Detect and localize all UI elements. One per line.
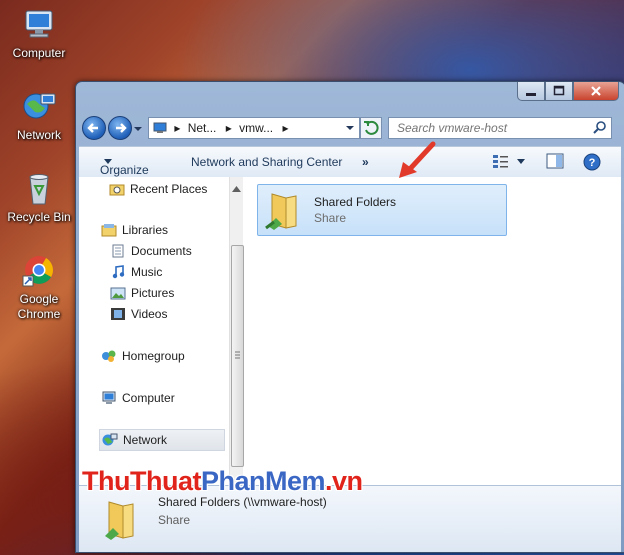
svg-text:?: ? — [589, 157, 596, 169]
nav-label: Homegroup — [122, 349, 185, 363]
videos-icon — [110, 307, 126, 321]
maximize-button[interactable] — [545, 82, 573, 101]
minimize-icon — [526, 93, 536, 96]
nav-item-videos[interactable]: Videos — [110, 304, 167, 324]
homegroup-icon — [101, 349, 117, 363]
refresh-icon — [364, 120, 379, 135]
desktop-icon-label: Network — [16, 128, 61, 142]
search-icon[interactable] — [593, 120, 607, 140]
desktop-icon-label-line1: Google — [19, 292, 59, 306]
command-bar: Organize Network and Sharing Center » ? — [79, 146, 621, 178]
details-name: Shared Folders (\\vmware-host) — [158, 495, 327, 509]
navigation-bar: ▸ Net... ▸ vmw... ▸ — [82, 116, 619, 140]
nav-label: Pictures — [131, 286, 175, 300]
nav-item-homegroup[interactable]: Homegroup — [101, 346, 185, 366]
nav-item-music[interactable]: Music — [110, 262, 162, 282]
site-watermark: ThuThuatPhanMem.vn — [82, 466, 363, 497]
nav-item-pictures[interactable]: Pictures — [110, 283, 174, 303]
nav-label: Network — [123, 433, 168, 447]
chevron-down-icon — [346, 126, 354, 130]
view-options-icon — [493, 155, 525, 168]
nav-label: Computer — [122, 391, 175, 405]
refresh-button[interactable] — [360, 117, 382, 139]
nav-label: Documents — [131, 244, 192, 258]
music-icon — [110, 264, 126, 279]
nav-item-computer[interactable]: Computer — [101, 388, 175, 408]
organize-button[interactable]: Organize — [100, 155, 149, 177]
annotation-arrow-icon — [391, 140, 441, 185]
search-input[interactable] — [395, 120, 584, 136]
search-box[interactable] — [388, 117, 612, 139]
organize-label: Organize — [100, 163, 149, 177]
scroll-up-arrow[interactable] — [232, 181, 241, 195]
item-type: Share — [314, 211, 347, 225]
desktop-icon-computer[interactable]: Computer — [3, 8, 75, 61]
help-button[interactable]: ? — [583, 153, 601, 174]
minimize-button[interactable] — [517, 82, 545, 101]
network-location-icon — [153, 120, 167, 133]
breadcrumb-network[interactable]: Net... — [188, 121, 217, 135]
file-list: Shared Folders Share — [243, 141, 621, 485]
caption-buttons — [517, 82, 619, 102]
chevron-down-icon — [134, 127, 142, 131]
nav-pane-scrollbar[interactable] — [229, 177, 244, 485]
back-arrow-icon — [87, 123, 98, 133]
watermark-part1: ThuThuat — [82, 466, 201, 496]
pictures-icon — [110, 286, 126, 300]
breadcrumb-separator[interactable]: ▸ — [282, 121, 288, 135]
documents-icon — [110, 244, 126, 258]
desktop-icon-label-line2: Chrome — [17, 307, 61, 321]
details-type: Share — [158, 513, 191, 527]
forward-button[interactable] — [108, 116, 132, 140]
nav-item-network[interactable]: Network — [99, 429, 225, 451]
item-name: Shared Folders — [314, 195, 397, 209]
preview-pane-icon — [546, 153, 564, 169]
shared-folders-item[interactable]: Shared Folders Share — [257, 184, 507, 236]
shared-folder-large-icon — [99, 494, 143, 545]
computer-icon — [101, 391, 117, 405]
network-icon — [21, 90, 57, 124]
close-button[interactable] — [573, 82, 619, 101]
network-icon — [102, 433, 118, 447]
content-area: Recent Places Libraries Documents Music … — [79, 141, 621, 485]
back-button[interactable] — [82, 116, 106, 140]
desktop-icon-label: Computer — [12, 46, 66, 60]
shared-folder-icon — [262, 188, 306, 235]
address-bar[interactable]: ▸ Net... ▸ vmw... ▸ — [148, 117, 360, 139]
nav-label: Libraries — [122, 223, 169, 237]
watermark-part2: PhanMem — [200, 466, 326, 496]
desktop-icon-network[interactable]: Network — [3, 90, 75, 143]
desktop-icon-recycle-bin[interactable]: Recycle Bin — [3, 172, 75, 225]
address-dropdown-button[interactable] — [345, 118, 355, 138]
desktop-icon-label: Recycle Bin — [7, 210, 71, 224]
chrome-icon — [21, 254, 57, 288]
forward-arrow-icon — [116, 123, 127, 133]
desktop-icon-chrome[interactable]: Google Chrome — [3, 254, 75, 322]
grip-icon — [235, 351, 240, 359]
breadcrumb-separator[interactable]: ▸ — [226, 121, 232, 135]
libraries-icon — [101, 223, 117, 237]
recent-pages-dropdown[interactable] — [133, 123, 143, 133]
watermark-part3: .vn — [325, 466, 363, 496]
computer-icon — [21, 8, 57, 42]
nav-label: Recent Places — [130, 182, 208, 196]
more-commands-button[interactable]: » — [362, 155, 369, 169]
change-view-button[interactable] — [492, 153, 526, 172]
network-sharing-center-button[interactable]: Network and Sharing Center — [191, 155, 342, 169]
breadcrumb-separator[interactable]: ▸ — [174, 121, 180, 135]
navigation-pane: Recent Places Libraries Documents Music … — [79, 177, 229, 485]
recent-places-icon — [109, 182, 125, 196]
nav-label: Videos — [131, 307, 168, 321]
help-icon: ? — [583, 153, 601, 171]
preview-pane-button[interactable] — [546, 153, 564, 172]
recycle-bin-icon — [21, 172, 57, 206]
close-icon — [591, 86, 601, 96]
breadcrumb-vmware-host[interactable]: vmw... — [239, 121, 273, 135]
maximize-icon — [553, 85, 565, 96]
nav-item-recent-places[interactable]: Recent Places — [109, 179, 207, 199]
nav-item-libraries[interactable]: Libraries — [101, 220, 168, 240]
nav-item-documents[interactable]: Documents — [110, 241, 192, 261]
nav-label: Music — [131, 265, 163, 279]
